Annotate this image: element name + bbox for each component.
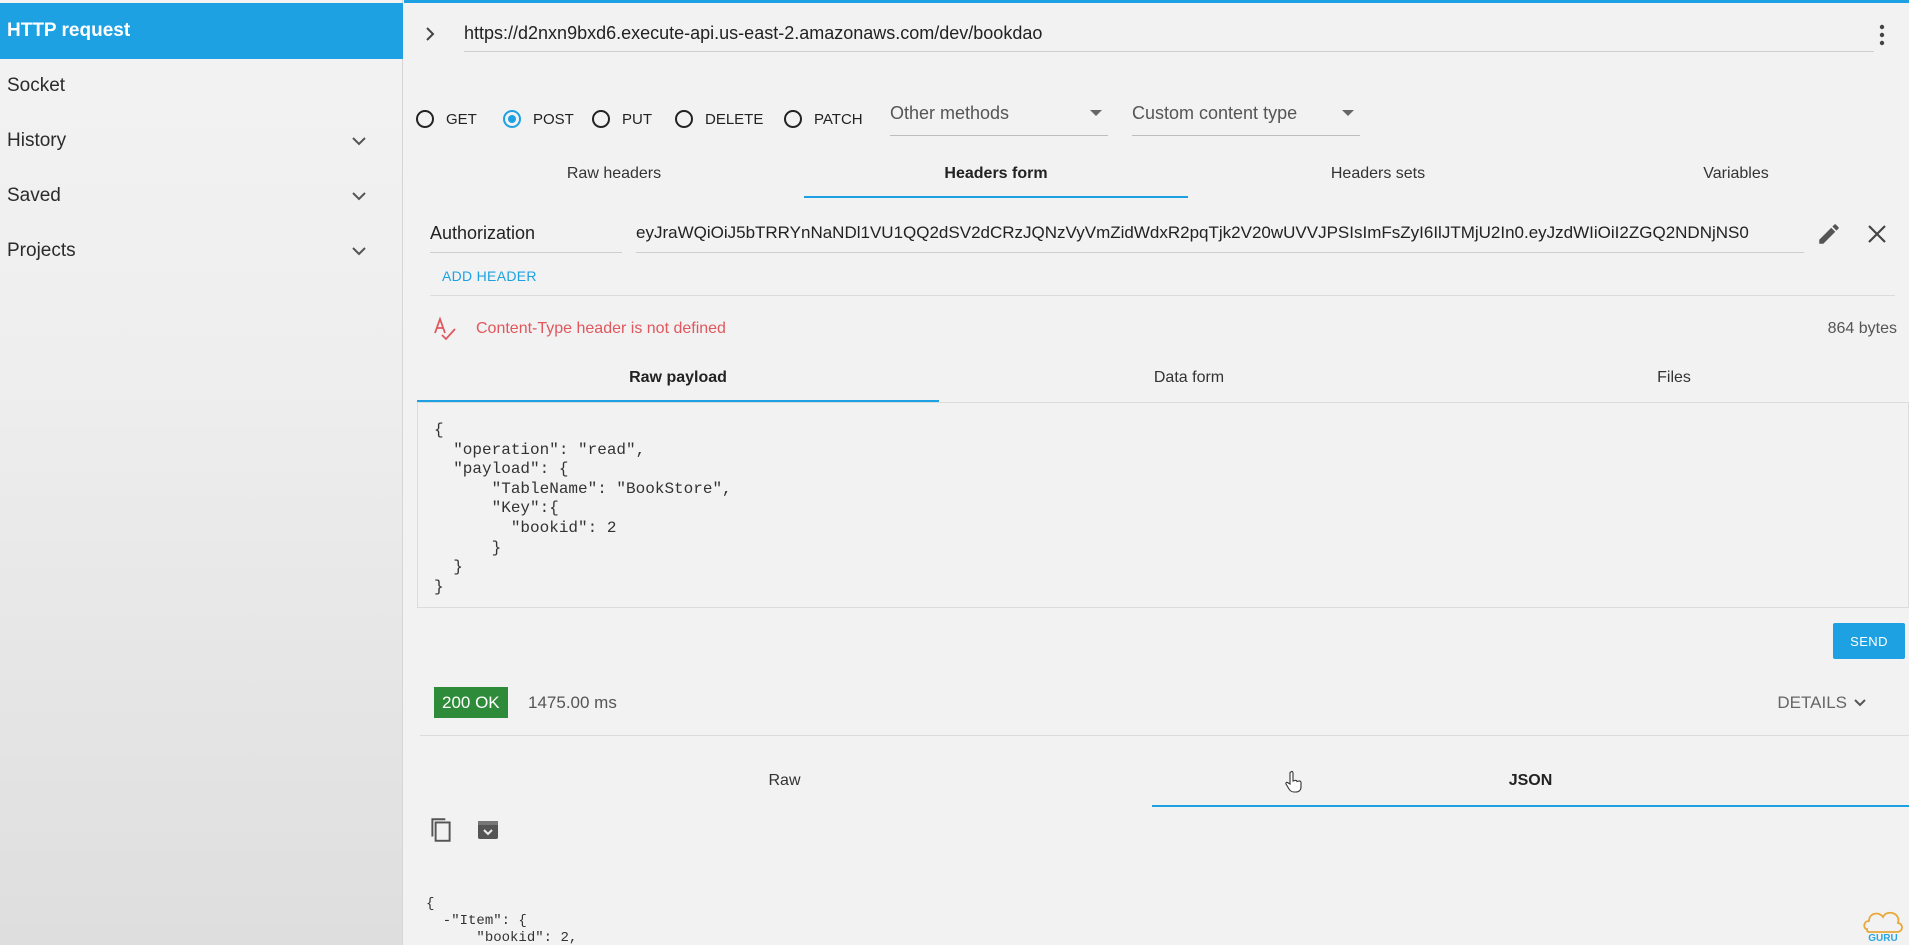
tab-headers-sets[interactable]: Headers sets	[1188, 150, 1568, 198]
method-label: DELETE	[705, 110, 764, 128]
method-selector: GET POST PUT DELETE PATCH Other methods …	[416, 100, 1416, 140]
method-radio-put[interactable]: PUT	[592, 110, 652, 128]
tab-label: JSON	[1508, 772, 1553, 789]
tab-raw-payload[interactable]: Raw payload	[417, 354, 939, 402]
tab-label: Variables	[1703, 165, 1769, 182]
method-radio-get[interactable]: GET	[416, 110, 477, 128]
url-input[interactable]: https://d2nxn9bxd6.execute-api.us-east-2…	[464, 18, 1874, 52]
caret-down-icon	[1090, 110, 1102, 116]
radio-circle	[503, 110, 521, 128]
chevron-down-icon	[352, 247, 366, 256]
add-header-button[interactable]: ADD HEADER	[442, 268, 537, 284]
dropdown-label: Custom content type	[1132, 103, 1298, 123]
tab-files[interactable]: Files	[1439, 354, 1909, 402]
header-name-input[interactable]: Authorization	[430, 217, 622, 253]
chevron-down-icon	[352, 137, 366, 146]
chevron-down-icon	[352, 192, 366, 201]
sidebar-item-label: Projects	[7, 240, 76, 261]
json-line: {	[426, 896, 435, 912]
method-label: PUT	[622, 110, 652, 128]
chevron-right-icon[interactable]	[420, 24, 440, 44]
method-radio-post[interactable]: POST	[503, 110, 574, 128]
url-bar: https://d2nxn9bxd6.execute-api.us-east-2…	[420, 18, 1890, 52]
details-label: DETAILS	[1777, 693, 1847, 712]
tab-label: Raw payload	[629, 369, 727, 386]
tab-data-form[interactable]: Data form	[939, 354, 1439, 402]
payload-editor[interactable]: { "operation": "read", "payload": { "Tab…	[417, 402, 1909, 608]
divider	[420, 735, 1909, 736]
method-radio-patch[interactable]: PATCH	[784, 110, 863, 128]
sidebar-item-socket[interactable]: Socket	[0, 58, 403, 114]
request-panel: https://d2nxn9bxd6.execute-api.us-east-2…	[404, 0, 1909, 945]
accent-bar	[404, 0, 1909, 3]
warning-text: Content-Type header is not defined	[476, 320, 726, 337]
radio-circle	[784, 110, 802, 128]
response-tabs: Raw JSON	[417, 755, 1909, 807]
tab-raw-headers[interactable]: Raw headers	[424, 150, 804, 198]
radio-circle	[675, 110, 693, 128]
content-type-dropdown[interactable]: Custom content type	[1132, 100, 1360, 136]
tab-label: Raw headers	[566, 165, 662, 182]
body-tabs: Raw payload Data form Files	[417, 354, 1909, 402]
method-label: POST	[533, 110, 574, 128]
json-line[interactable]: -"Item": {	[426, 913, 926, 930]
sidebar-item-label: History	[7, 130, 67, 151]
headers-tabs: Raw headers Headers form Headers sets Va…	[424, 150, 1904, 198]
dropdown-label: Other methods	[890, 103, 1010, 123]
edit-icon[interactable]	[1816, 221, 1842, 247]
details-button[interactable]: DETAILS	[1777, 693, 1867, 713]
sidebar-item-saved[interactable]: Saved	[0, 168, 403, 224]
status-badge: 200 OK	[434, 687, 508, 718]
tab-label: Files	[1657, 369, 1691, 386]
payload-size: 864 bytes	[1827, 320, 1897, 337]
method-label: PATCH	[814, 110, 863, 128]
more-vert-icon[interactable]	[1874, 22, 1890, 48]
tab-variables[interactable]: Variables	[1568, 150, 1904, 198]
chevron-down-icon	[1854, 699, 1866, 707]
tab-label: Raw	[768, 772, 801, 789]
tab-headers-form[interactable]: Headers form	[804, 150, 1188, 198]
method-label: GET	[446, 110, 477, 128]
sidebar-item-history[interactable]: History	[0, 113, 403, 169]
payload-text: { "operation": "read", "payload": { "Tab…	[434, 421, 732, 596]
radio-circle	[592, 110, 610, 128]
caret-down-icon	[1342, 110, 1354, 116]
copy-icon[interactable]	[428, 816, 454, 844]
sidebar: HTTP request Socket History Saved Projec…	[0, 0, 403, 945]
tab-label: Headers form	[944, 165, 1048, 182]
sidebar-item-http-request[interactable]: HTTP request	[0, 3, 403, 59]
tab-label: Headers sets	[1330, 165, 1426, 182]
spellcheck-warning-icon	[434, 316, 456, 341]
archive-icon[interactable]	[476, 818, 500, 842]
header-value-input[interactable]: eyJraWQiOiJ5bTRRYnNaNDl1VU1QQ2dSV2dCRzJQ…	[636, 217, 1804, 253]
divider	[430, 295, 1895, 296]
content-type-warning: Content-Type header is not defined 864 b…	[432, 314, 1897, 344]
json-response-viewer: { -"Item": { "bookid": 2,	[426, 896, 926, 945]
json-line: "bookid": 2,	[476, 930, 578, 945]
radio-circle	[416, 110, 434, 128]
method-radio-delete[interactable]: DELETE	[675, 110, 763, 128]
svg-text:GURU: GURU	[1868, 933, 1897, 943]
response-toolbar	[428, 816, 508, 846]
send-button[interactable]: SEND	[1833, 623, 1905, 659]
tab-raw[interactable]: Raw	[417, 755, 1152, 807]
tab-json[interactable]: JSON	[1152, 755, 1909, 807]
other-methods-dropdown[interactable]: Other methods	[890, 100, 1108, 136]
tab-label: Data form	[1153, 369, 1225, 386]
sidebar-item-label: Saved	[7, 185, 61, 206]
guru-logo: GURU	[1863, 911, 1903, 943]
response-time: 1475.00 ms	[528, 693, 617, 712]
sidebar-item-label: Socket	[7, 75, 66, 96]
sidebar-item-label: HTTP request	[7, 20, 131, 41]
sidebar-item-projects[interactable]: Projects	[0, 223, 403, 279]
header-entry: Authorization eyJraWQiOiJ5bTRRYnNaNDl1VU…	[430, 217, 1895, 257]
close-icon[interactable]	[1866, 223, 1888, 245]
pointer-hand-icon	[1285, 770, 1302, 793]
